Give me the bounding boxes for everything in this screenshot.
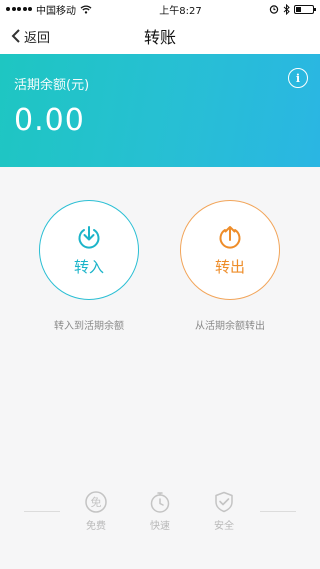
divider-right bbox=[260, 511, 296, 512]
nav-bar: 返回 转账 bbox=[0, 18, 320, 54]
balance-label: 活期余额(元) bbox=[14, 78, 90, 93]
feature-fast: 快速 bbox=[140, 490, 180, 532]
balance-amount: 0.00 bbox=[14, 103, 85, 138]
stopwatch-icon bbox=[150, 492, 170, 513]
transfer-actions: 转入 转出 转入到活期余额 从活期余额转出 bbox=[0, 167, 320, 367]
transfer-out-description: 从活期余额转出 bbox=[195, 321, 265, 332]
transfer-in-label: 转入 bbox=[73, 257, 104, 276]
transfer-in-description: 转入到活期余额 bbox=[54, 321, 124, 332]
signal-icon bbox=[6, 7, 32, 11]
free-badge-icon: 免 bbox=[85, 491, 107, 513]
status-left: 中国移动 bbox=[6, 2, 92, 17]
transfer-out-button[interactable]: 转出 bbox=[180, 200, 280, 300]
svg-text:免: 免 bbox=[91, 495, 102, 509]
feature-free-label: 免费 bbox=[86, 521, 106, 532]
battery-icon bbox=[294, 4, 316, 14]
bluetooth-icon bbox=[283, 3, 290, 15]
page-title: 转账 bbox=[143, 28, 176, 47]
upload-icon bbox=[219, 225, 241, 249]
carrier-label: 中国移动 bbox=[36, 5, 76, 17]
status-bar: 中国移动 上午8:27 bbox=[0, 0, 320, 18]
info-icon[interactable]: i bbox=[288, 68, 308, 88]
divider-left bbox=[24, 511, 60, 512]
status-time: 上午8:27 bbox=[159, 5, 202, 17]
wifi-icon bbox=[80, 4, 92, 14]
feature-free: 免 免费 bbox=[76, 490, 116, 532]
status-right bbox=[269, 3, 316, 15]
feature-badges: 免 免费 快速 安全 bbox=[0, 490, 320, 540]
balance-card: 活期余额(元) 0.00 i bbox=[0, 54, 320, 167]
download-icon bbox=[78, 225, 100, 249]
chevron-left-icon bbox=[11, 29, 20, 43]
feature-safe-label: 安全 bbox=[214, 521, 234, 532]
back-button[interactable]: 返回 bbox=[10, 18, 50, 54]
back-label: 返回 bbox=[24, 30, 51, 46]
shield-check-icon bbox=[215, 491, 233, 513]
transfer-out-label: 转出 bbox=[214, 257, 245, 276]
feature-fast-label: 快速 bbox=[150, 521, 170, 532]
alarm-icon bbox=[269, 5, 279, 14]
transfer-in-button[interactable]: 转入 bbox=[39, 200, 139, 300]
feature-safe: 安全 bbox=[204, 490, 244, 532]
